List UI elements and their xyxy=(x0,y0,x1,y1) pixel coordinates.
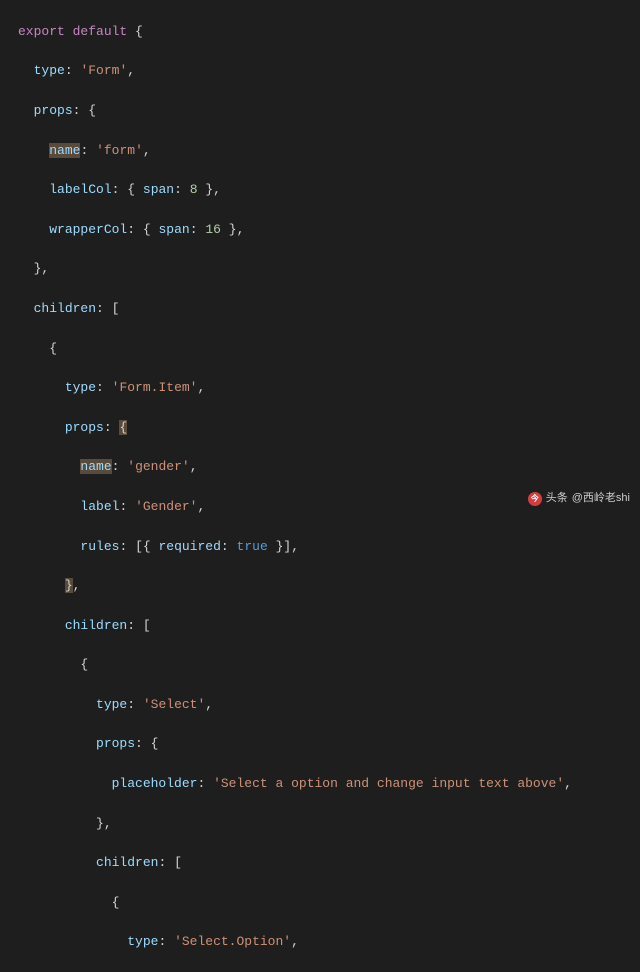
string: 'Select.Option' xyxy=(174,934,291,949)
property: props xyxy=(96,736,135,751)
code-line: children: [ xyxy=(0,299,640,319)
code-line: }, xyxy=(0,576,640,596)
property: span xyxy=(143,182,174,197)
code-line: }, xyxy=(0,814,640,834)
property: type xyxy=(34,63,65,78)
property: placeholder xyxy=(112,776,198,791)
property: type xyxy=(96,697,127,712)
property: type xyxy=(127,934,158,949)
watermark: 今 头条 @西岭老shi xyxy=(528,489,630,509)
code-line: type: 'Form', xyxy=(0,61,640,81)
string: 'gender' xyxy=(127,459,189,474)
code-line: placeholder: 'Select a option and change… xyxy=(0,774,640,794)
string: 'Select' xyxy=(143,697,205,712)
property: label xyxy=(80,499,119,514)
code-line: rules: [{ required: true }], xyxy=(0,537,640,557)
keyword-export: export xyxy=(18,24,65,39)
watermark-prefix: 头条 xyxy=(546,489,568,509)
property: wrapperCol xyxy=(49,222,127,237)
code-line: wrapperCol: { span: 16 }, xyxy=(0,220,640,240)
keyword-default: default xyxy=(73,24,128,39)
code-line: { xyxy=(0,893,640,913)
property: children xyxy=(65,618,127,633)
property: type xyxy=(65,380,96,395)
string: 'form' xyxy=(96,143,143,158)
property-highlighted: name xyxy=(80,459,111,474)
property: children xyxy=(34,301,96,316)
watermark-author: @西岭老shi xyxy=(572,489,630,509)
code-line: { xyxy=(0,339,640,359)
code-line: labelCol: { span: 8 }, xyxy=(0,180,640,200)
property-highlighted: name xyxy=(49,143,80,158)
code-line: children: [ xyxy=(0,616,640,636)
code-line: type: 'Select', xyxy=(0,695,640,715)
code-line: export default { xyxy=(0,22,640,42)
code-line: props: { xyxy=(0,101,640,121)
code-line: }, xyxy=(0,259,640,279)
string: 'Gender' xyxy=(135,499,197,514)
property: labelCol xyxy=(49,182,111,197)
code-line: props: { xyxy=(0,734,640,754)
code-editor[interactable]: export default { type: 'Form', props: { … xyxy=(0,0,640,972)
code-line: { xyxy=(0,655,640,675)
code-line: props: { xyxy=(0,418,640,438)
property: props xyxy=(34,103,73,118)
property: rules xyxy=(80,539,119,554)
code-line: children: [ xyxy=(0,853,640,873)
watermark-icon: 今 xyxy=(528,492,542,506)
number: 16 xyxy=(205,222,221,237)
property: span xyxy=(158,222,189,237)
string: 'Form' xyxy=(80,63,127,78)
property: children xyxy=(96,855,158,870)
code-line: name: 'form', xyxy=(0,141,640,161)
code-line: type: 'Form.Item', xyxy=(0,378,640,398)
code-line: type: 'Select.Option', xyxy=(0,932,640,952)
number: 8 xyxy=(190,182,198,197)
property: required xyxy=(159,539,221,554)
boolean: true xyxy=(237,539,268,554)
property: props xyxy=(65,420,104,435)
code-line: name: 'gender', xyxy=(0,457,640,477)
string: 'Select a option and change input text a… xyxy=(213,776,564,791)
string: 'Form.Item' xyxy=(112,380,198,395)
